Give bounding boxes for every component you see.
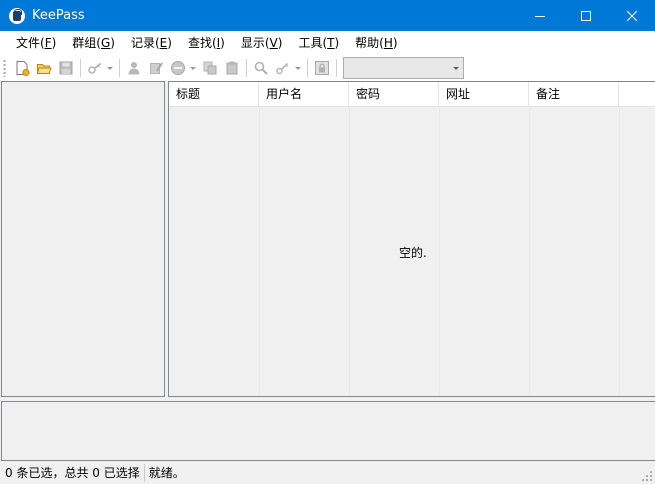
add-entry-icon xyxy=(128,62,140,75)
menu-help[interactable]: 帮助(H) xyxy=(347,32,405,54)
delete-entry-button[interactable] xyxy=(167,57,189,79)
close-button[interactable] xyxy=(609,0,655,31)
menu-file[interactable]: 文件(F) xyxy=(8,32,64,54)
edit-entry-button[interactable] xyxy=(145,57,167,79)
empty-list-text: 空的. xyxy=(399,246,427,260)
toolbar xyxy=(0,55,655,81)
menu-find[interactable]: 查找(I) xyxy=(180,32,233,54)
column-username[interactable]: 用户名 xyxy=(259,82,349,107)
minimize-icon xyxy=(535,15,545,17)
find-icon xyxy=(254,61,268,75)
toolbar-separator xyxy=(336,59,337,77)
column-title[interactable]: 标题 xyxy=(169,82,259,107)
column-divider xyxy=(349,107,350,396)
copy-username-dropdown[interactable] xyxy=(106,57,114,79)
column-divider xyxy=(259,107,260,396)
menu-view[interactable]: 显示(V) xyxy=(233,32,291,54)
close-icon xyxy=(627,10,637,21)
entry-list[interactable]: 标题 用户名 密码 网址 备注 空的. xyxy=(168,81,655,397)
column-divider xyxy=(439,107,440,396)
keepass-lock-icon[interactable] xyxy=(9,7,25,24)
quick-find-combobox[interactable] xyxy=(343,57,464,79)
column-divider xyxy=(529,107,530,396)
paste-entry-icon xyxy=(226,61,238,75)
toolbar-separator xyxy=(246,59,247,77)
column-url[interactable]: 网址 xyxy=(439,82,529,107)
toolbar-separator xyxy=(119,59,120,77)
copy-username-icon xyxy=(88,62,102,74)
new-database-icon xyxy=(16,61,30,76)
status-bar: 0 条已选，总共 0 已选择 就绪。 xyxy=(0,462,655,484)
menu-group[interactable]: 群组(G) xyxy=(64,32,123,54)
selection-status: 0 条已选，总共 0 已选择 xyxy=(0,464,145,482)
copy-entry-icon xyxy=(203,61,217,75)
show-entries-icon xyxy=(276,62,289,75)
show-entries-button[interactable] xyxy=(272,57,294,79)
maximize-icon xyxy=(581,10,591,21)
save-button[interactable] xyxy=(55,57,77,79)
edit-entry-icon xyxy=(150,62,163,74)
delete-entry-dropdown[interactable] xyxy=(189,57,197,79)
lock-icon xyxy=(315,61,329,75)
column-header: 标题 用户名 密码 网址 备注 xyxy=(169,82,655,107)
open-database-button[interactable] xyxy=(33,57,55,79)
menu-entry[interactable]: 记录(E) xyxy=(123,32,180,54)
resize-grip[interactable] xyxy=(641,470,652,481)
save-icon xyxy=(59,61,73,75)
show-entries-dropdown[interactable] xyxy=(294,57,302,79)
column-password[interactable]: 密码 xyxy=(349,82,439,107)
group-tree[interactable] xyxy=(1,81,165,397)
find-button[interactable] xyxy=(250,57,272,79)
copy-username-button[interactable] xyxy=(84,57,106,79)
new-database-button[interactable] xyxy=(11,57,33,79)
window-title: KeePass xyxy=(32,8,85,23)
toolbar-separator xyxy=(80,59,81,77)
entry-detail-pane[interactable] xyxy=(1,401,655,461)
open-database-icon xyxy=(36,64,52,74)
add-entry-button[interactable] xyxy=(123,57,145,79)
ready-status: 就绪。 xyxy=(148,466,185,480)
maximize-button[interactable] xyxy=(563,0,609,31)
column-notes[interactable]: 备注 xyxy=(529,82,619,107)
copy-entry-button[interactable] xyxy=(199,57,221,79)
title-bar: KeePass xyxy=(0,0,655,31)
minimize-button[interactable] xyxy=(517,0,563,31)
toolbar-grip[interactable] xyxy=(3,59,6,77)
delete-entry-icon xyxy=(171,61,185,75)
column-divider xyxy=(619,107,620,396)
lock-workspace-button[interactable] xyxy=(311,57,333,79)
window-controls xyxy=(517,0,655,31)
toolbar-separator xyxy=(307,59,308,77)
menu-tools[interactable]: 工具(T) xyxy=(290,32,347,54)
paste-entry-button[interactable] xyxy=(221,57,243,79)
menu-bar: 文件(F) 群组(G) 记录(E) 查找(I) 显示(V) 工具(T) 帮助(H… xyxy=(0,31,655,55)
